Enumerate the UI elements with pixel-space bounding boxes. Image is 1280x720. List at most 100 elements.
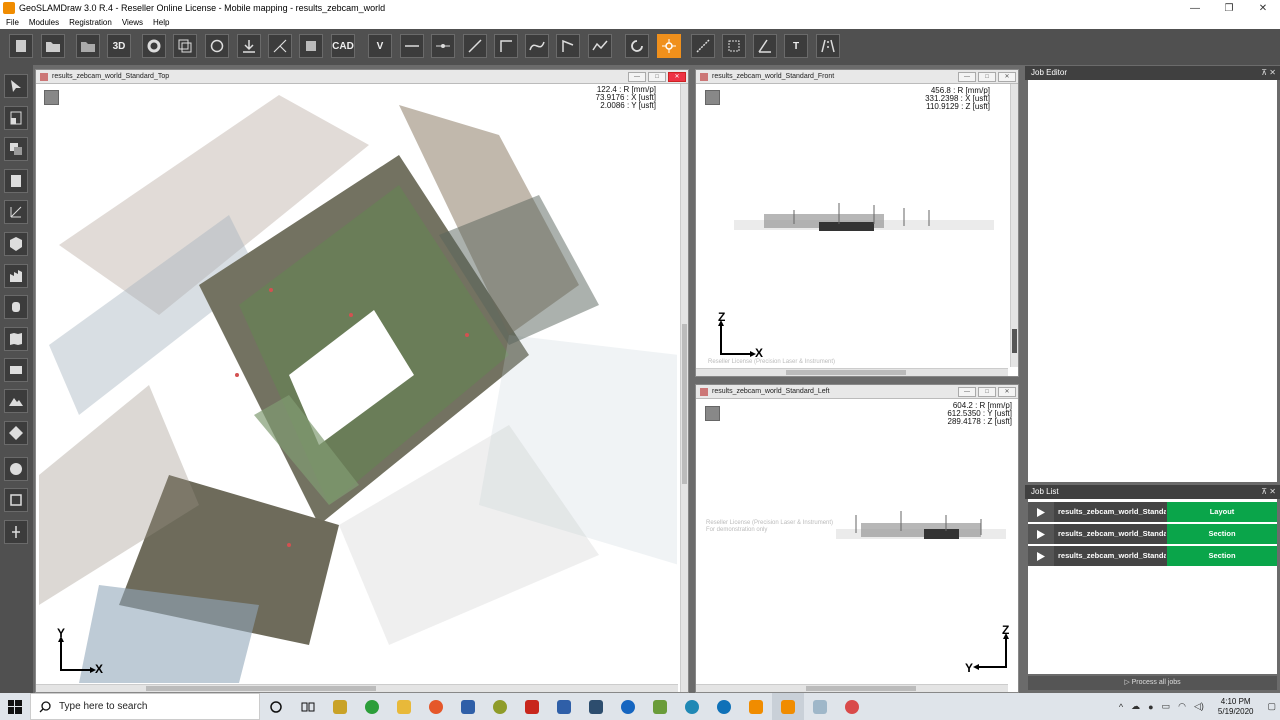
app-r2-icon[interactable] (548, 693, 580, 720)
app-icon-1[interactable] (324, 693, 356, 720)
viewport-front-minimize[interactable]: — (958, 72, 976, 82)
menu-file[interactable]: File (6, 18, 19, 27)
job-row[interactable]: results_zebcam_world_Standard Section (1028, 524, 1277, 544)
copy-layers-button[interactable] (173, 34, 197, 58)
viewport-top-hscroll[interactable] (36, 684, 678, 692)
chevron-up-icon[interactable]: ^ (1119, 702, 1123, 712)
open-folder-button[interactable] (41, 34, 65, 58)
point-line-button[interactable] (431, 34, 455, 58)
cylinder-tool-icon[interactable] (4, 295, 28, 319)
view-3d-button[interactable]: 3D (107, 34, 131, 58)
viewport-top-minimize[interactable]: — (628, 72, 646, 82)
viewport-top-maximize[interactable]: □ (648, 72, 666, 82)
terrain-tool-icon[interactable] (4, 389, 28, 413)
globe-icon[interactable] (612, 693, 644, 720)
menu-help[interactable]: Help (153, 18, 169, 27)
pin-icon[interactable]: ⊼ ✕ (1261, 66, 1276, 80)
viewport-front-maximize[interactable]: □ (978, 72, 996, 82)
app-r-icon[interactable] (452, 693, 484, 720)
viewport-front-vscroll[interactable] (1010, 84, 1018, 367)
file-explorer-icon[interactable] (388, 693, 420, 720)
cad-button[interactable]: CAD (331, 34, 355, 58)
viewport-left[interactable]: results_zebcam_world_Standard_Left — □ ✕… (695, 384, 1019, 693)
line-tool-button[interactable] (400, 34, 424, 58)
close-button[interactable]: ✕ (1246, 0, 1280, 16)
viewport-left-hscroll[interactable] (696, 684, 1008, 692)
diagonal-line-button[interactable] (463, 34, 487, 58)
task-view-icon[interactable] (292, 693, 324, 720)
cube-tool-icon[interactable] (4, 232, 28, 256)
layers-tool-icon[interactable] (4, 137, 28, 161)
building-tool-icon[interactable] (4, 264, 28, 288)
pin-icon[interactable]: ⊼ ✕ (1261, 485, 1276, 499)
notifications-icon[interactable]: ▢ (1267, 701, 1276, 712)
viewport-left-minimize[interactable]: — (958, 387, 976, 397)
road-tool-button[interactable] (816, 34, 840, 58)
plane-tool-icon[interactable] (4, 488, 28, 512)
axis-tool-icon[interactable] (4, 200, 28, 224)
shape-tool-icon[interactable] (4, 421, 28, 445)
menu-views[interactable]: Views (122, 18, 143, 27)
polyline-button[interactable] (494, 34, 518, 58)
area-tool-button[interactable] (722, 34, 746, 58)
snap-target-button[interactable] (657, 34, 681, 58)
app-gear-icon[interactable] (484, 693, 516, 720)
layout-tool-icon[interactable] (4, 106, 28, 130)
geoslam-icon-2[interactable] (772, 693, 804, 720)
rotate-button[interactable] (625, 34, 649, 58)
volume-icon[interactable]: ◁) (1194, 701, 1204, 712)
angle-tool-button[interactable] (753, 34, 777, 58)
app-wave-icon[interactable] (836, 693, 868, 720)
viewport-top-menu-button[interactable] (44, 90, 59, 105)
vertical-tool-button[interactable]: V (368, 34, 392, 58)
circle-tool-button[interactable] (205, 34, 229, 58)
acrobat-icon[interactable] (516, 693, 548, 720)
restore-button[interactable]: ❐ (1212, 0, 1246, 16)
cortana-icon[interactable] (260, 693, 292, 720)
app-arrow-icon[interactable] (708, 693, 740, 720)
job-row[interactable]: results_zebcam_world_Standard Layout (1028, 502, 1277, 522)
viewport-top[interactable]: results_zebcam_world_Standard_Top — □ ✕ (35, 69, 689, 693)
viewport-top-vscroll[interactable] (680, 84, 688, 692)
viewport-front-close[interactable]: ✕ (998, 72, 1016, 82)
viewport-front-hscroll[interactable] (696, 368, 1008, 376)
viewport-front[interactable]: results_zebcam_world_Standard_Front — □ … (695, 69, 1019, 377)
viewport-front-menu-button[interactable] (705, 90, 720, 105)
text-tool-button[interactable]: T (784, 34, 808, 58)
sphere-tool-icon[interactable] (4, 457, 28, 481)
document-tool-icon[interactable] (4, 169, 28, 193)
new-project-button[interactable] (9, 34, 33, 58)
minimize-button[interactable]: — (1178, 0, 1212, 16)
viewport-top-close[interactable]: ✕ (668, 72, 686, 82)
play-icon[interactable] (1028, 546, 1054, 566)
windows-start-icon[interactable] (0, 693, 30, 720)
cloud-icon[interactable]: ☁ (1131, 701, 1140, 712)
monitor-icon[interactable] (804, 693, 836, 720)
battery-icon[interactable]: ▭ (1162, 701, 1171, 712)
process-all-jobs-button[interactable]: ▷ Process all jobs (1028, 676, 1277, 690)
export-button[interactable] (237, 34, 261, 58)
curve-tool-button[interactable] (525, 34, 549, 58)
select-arrow-icon[interactable] (4, 74, 28, 98)
wifi-icon[interactable]: ◠ (1178, 701, 1186, 712)
map-tool-icon[interactable] (4, 327, 28, 351)
taskbar-search-input[interactable]: Type here to search (30, 693, 260, 720)
job-editor-body[interactable] (1028, 80, 1277, 482)
taskbar-clock[interactable]: 4:10 PM 5/19/2020 (1218, 697, 1254, 717)
viewport-left-menu-button[interactable] (705, 406, 720, 421)
chrome-icon[interactable] (356, 693, 388, 720)
geoslam-icon-1[interactable] (740, 693, 772, 720)
node-tool-button[interactable] (268, 34, 292, 58)
stamp-tool-button[interactable] (299, 34, 323, 58)
settings-gear-button[interactable] (142, 34, 166, 58)
menu-modules[interactable]: Modules (29, 18, 59, 27)
app-c-icon[interactable] (676, 693, 708, 720)
app-q-icon[interactable] (580, 693, 612, 720)
viewport-left-close[interactable]: ✕ (998, 387, 1016, 397)
firefox-icon[interactable] (420, 693, 452, 720)
panel-tool-icon[interactable] (4, 358, 28, 382)
measure-line-button[interactable] (691, 34, 715, 58)
corner-tool-button[interactable] (556, 34, 580, 58)
menu-registration[interactable]: Registration (69, 18, 112, 27)
zigzag-tool-button[interactable] (588, 34, 612, 58)
